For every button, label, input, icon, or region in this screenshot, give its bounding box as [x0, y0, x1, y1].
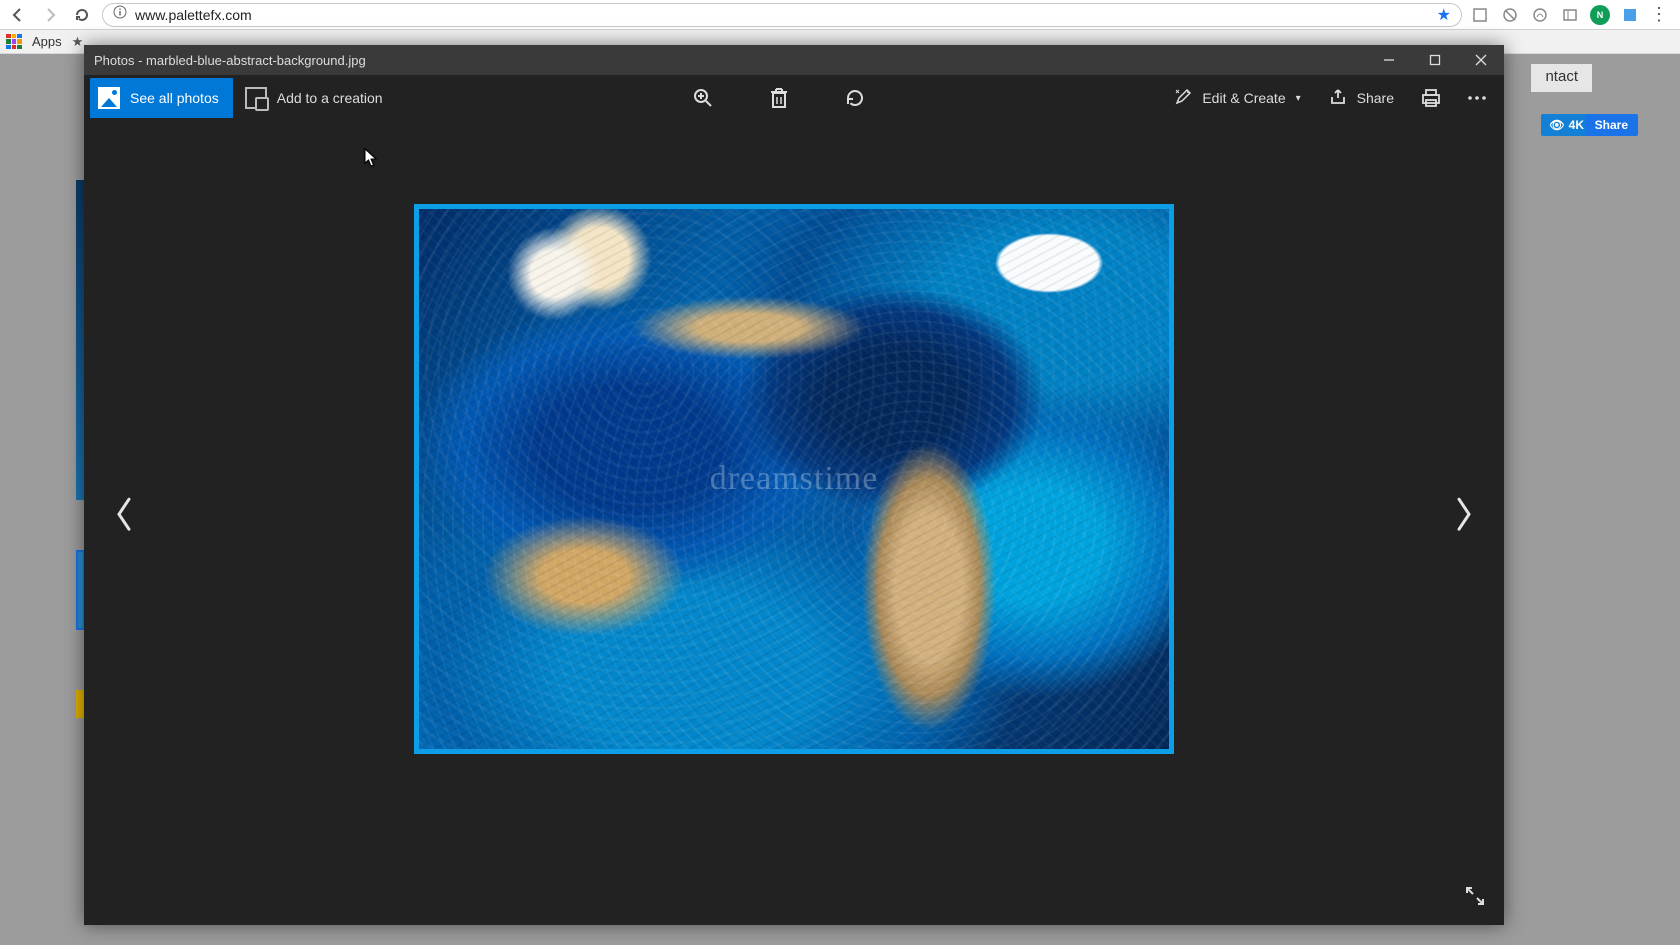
edit-create-button[interactable]: Edit & Create ▾	[1162, 78, 1312, 118]
photos-toolbar: See all photos Add to a creation	[84, 75, 1504, 121]
image-viewport[interactable]: dreamstime	[414, 204, 1174, 754]
window-title: Photos - marbled-blue-abstract-backgroun…	[94, 53, 366, 68]
bookmark-star-icon[interactable]: ★	[1437, 5, 1451, 25]
window-titlebar[interactable]: Photos - marbled-blue-abstract-backgroun…	[84, 45, 1504, 75]
add-to-creation-button[interactable]: Add to a creation	[237, 78, 397, 118]
close-button[interactable]	[1458, 45, 1504, 75]
creation-icon	[245, 87, 267, 109]
extension-icon[interactable]	[1500, 5, 1520, 25]
watermark-text: dreamstime	[710, 460, 879, 498]
extension-icon[interactable]	[1530, 5, 1550, 25]
browser-toolbar: www.palettefx.com ★ N ⋮	[0, 0, 1680, 30]
print-button[interactable]	[1410, 78, 1452, 118]
back-button[interactable]	[6, 3, 30, 27]
site-share-button[interactable]: Share	[1585, 114, 1638, 136]
delete-button[interactable]	[761, 80, 797, 116]
share-icon	[1329, 88, 1347, 109]
photo-stage: dreamstime	[84, 121, 1504, 925]
photos-app-window: Photos - marbled-blue-abstract-backgroun…	[84, 45, 1504, 925]
extension-icon[interactable]: N	[1590, 5, 1610, 25]
forward-button[interactable]	[38, 3, 62, 27]
rotate-button[interactable]	[837, 80, 873, 116]
reload-button[interactable]	[70, 3, 94, 27]
more-button[interactable]	[1456, 78, 1498, 118]
minimize-button[interactable]	[1366, 45, 1412, 75]
url-text: www.palettefx.com	[135, 7, 252, 23]
share-button[interactable]: Share	[1317, 78, 1406, 118]
apps-label[interactable]: Apps	[32, 34, 62, 49]
extension-icon[interactable]	[1560, 5, 1580, 25]
extension-icon[interactable]	[1620, 5, 1640, 25]
photo-icon	[98, 87, 120, 109]
displayed-image: dreamstime	[419, 209, 1169, 749]
browser-right-icons: N ⋮	[1470, 4, 1674, 25]
site-info-icon[interactable]	[113, 5, 127, 24]
previous-button[interactable]	[102, 492, 146, 536]
chevron-down-icon: ▾	[1296, 93, 1301, 104]
eye-icon: 👁	[1549, 118, 1564, 132]
apps-grid-icon[interactable]	[6, 34, 22, 50]
contact-tab[interactable]: ntact	[1531, 64, 1592, 92]
edit-icon	[1174, 88, 1192, 109]
zoom-button[interactable]	[685, 80, 721, 116]
maximize-button[interactable]	[1412, 45, 1458, 75]
address-bar[interactable]: www.palettefx.com ★	[102, 3, 1462, 27]
extension-icon[interactable]	[1470, 5, 1490, 25]
next-button[interactable]	[1442, 492, 1486, 536]
fullscreen-button[interactable]	[1460, 881, 1490, 911]
see-all-photos-button[interactable]: See all photos	[90, 78, 233, 118]
browser-menu-icon[interactable]: ⋮	[1650, 4, 1668, 25]
